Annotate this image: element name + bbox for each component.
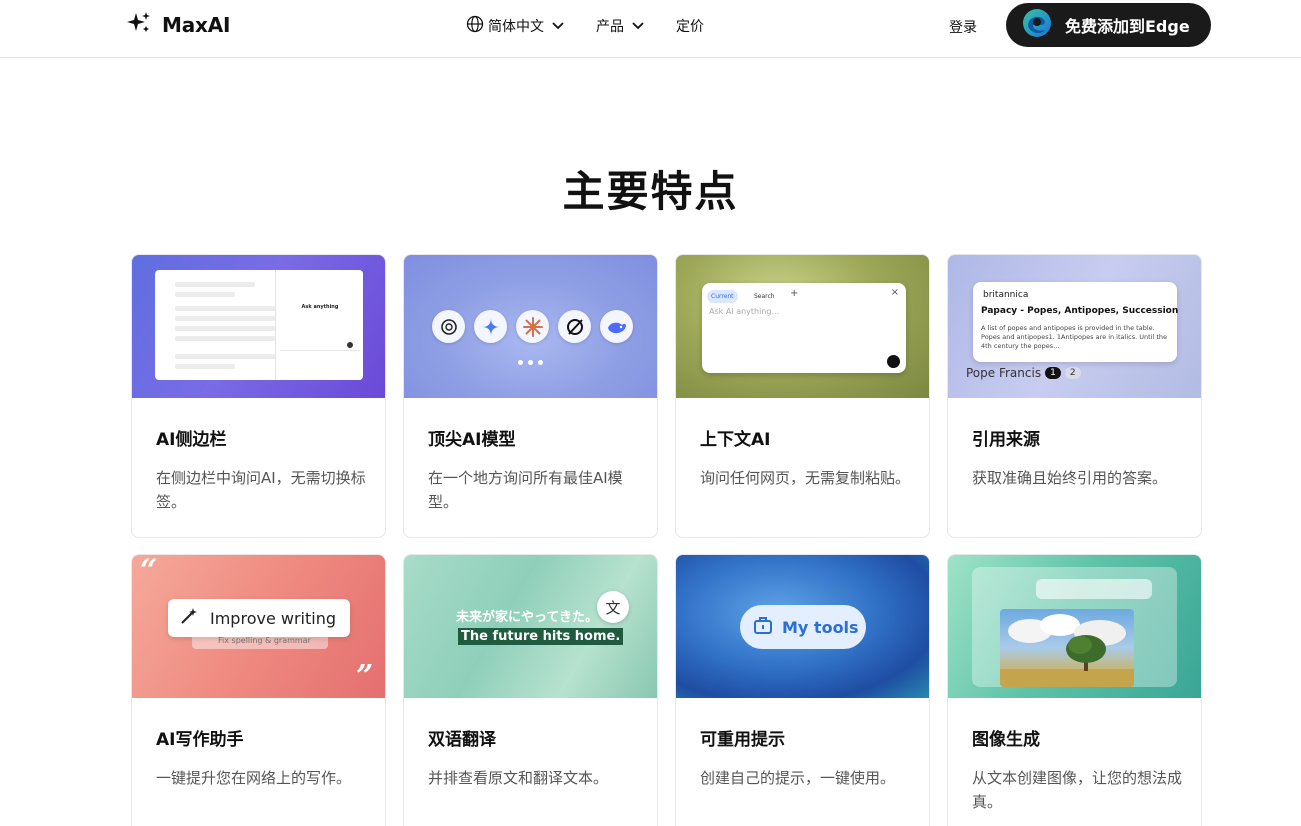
mock-body: A list of popes and antipopes is provide… bbox=[981, 324, 1167, 350]
mock-chat-box: Current Search + × Ask AI anything... bbox=[702, 283, 906, 373]
close-icon: × bbox=[890, 287, 899, 298]
feature-image-citations: britannica Papacy - Popes, Antipopes, Su… bbox=[948, 255, 1201, 398]
chatgpt-icon bbox=[432, 310, 465, 343]
mock-tools-pill: My tools bbox=[740, 605, 866, 649]
mock-improve-text: Improve writing bbox=[210, 608, 336, 628]
feature-desc: 在侧边栏中询问AI，无需切换标签。 bbox=[156, 469, 366, 511]
claude-icon bbox=[516, 310, 549, 343]
nav-language[interactable]: 简体中文 bbox=[466, 15, 564, 37]
feature-image-sidebar: Ask anything bbox=[132, 255, 385, 398]
chevron-down-icon bbox=[632, 18, 644, 34]
feature-image-context: Current Search + × Ask AI anything... bbox=[676, 255, 929, 398]
feature-desc: 创建自己的提示，一键使用。 bbox=[700, 769, 896, 787]
feature-desc: 一键提升您在网络上的写作。 bbox=[156, 769, 352, 787]
gemini-icon bbox=[474, 310, 507, 343]
feature-card-top-models[interactable]: 顶尖AI模型 在一个地方询问所有最佳AI模型。 bbox=[403, 254, 658, 538]
mock-tools-text: My tools bbox=[782, 617, 859, 637]
sparkle-logo-icon bbox=[126, 10, 152, 40]
feature-card-context-ai[interactable]: Current Search + × Ask AI anything... 上下… bbox=[675, 254, 930, 538]
feature-title: 可重用提示 bbox=[700, 730, 785, 750]
mic-icon bbox=[887, 355, 900, 368]
mock-tab-current: Current bbox=[707, 290, 738, 303]
feature-image-translation: 未来が家にやってきた。 The future hits home. 文 bbox=[404, 555, 657, 698]
nav-language-label: 简体中文 bbox=[488, 19, 544, 35]
deepseek-icon bbox=[600, 310, 633, 343]
feature-desc: 在一个地方询问所有最佳AI模型。 bbox=[428, 469, 623, 511]
feature-title: AI写作助手 bbox=[156, 730, 244, 750]
add-to-edge-button[interactable]: 免费添加到Edge bbox=[1006, 3, 1211, 47]
feature-card-prompts[interactable]: My tools 可重用提示 创建自己的提示，一键使用。 bbox=[675, 554, 930, 826]
generated-tree-image bbox=[1000, 609, 1134, 687]
more-dots-icon bbox=[518, 360, 543, 365]
nav-products-label: 产品 bbox=[596, 19, 624, 35]
add-to-edge-label: 免费添加到Edge bbox=[1065, 17, 1190, 36]
feature-title: 顶尖AI模型 bbox=[428, 430, 516, 450]
mock-tab-search: Search bbox=[754, 293, 775, 300]
feature-image-imagegen bbox=[948, 555, 1201, 698]
section-title: 主要特点 bbox=[562, 167, 739, 216]
feature-title: 引用来源 bbox=[972, 430, 1040, 450]
chevron-down-icon bbox=[552, 18, 564, 34]
feature-image-models bbox=[404, 255, 657, 398]
toolbox-icon bbox=[752, 614, 774, 640]
mock-source: britannica bbox=[983, 290, 1029, 300]
feature-desc: 获取准确且始终引用的答案。 bbox=[972, 469, 1168, 487]
quote-close-icon: ” bbox=[356, 659, 374, 694]
mock-english-text: The future hits home. bbox=[458, 628, 624, 645]
mock-headline: Papacy - Popes, Antipopes, Succession bbox=[981, 306, 1179, 316]
feature-card-citations[interactable]: britannica Papacy - Popes, Antipopes, Su… bbox=[947, 254, 1202, 538]
feature-desc: 从文本创建图像，让您的想法成真。 bbox=[972, 769, 1183, 811]
citation-badge: 1 bbox=[1045, 367, 1061, 379]
mock-citation-box: britannica Papacy - Popes, Antipopes, Su… bbox=[973, 282, 1179, 362]
nav-products[interactable]: 产品 bbox=[596, 16, 644, 36]
feature-card-ai-sidebar[interactable]: Ask anything AI侧边栏 在侧边栏中询问AI，无需切换标签。 bbox=[131, 254, 386, 538]
plus-icon: + bbox=[790, 288, 799, 299]
logo[interactable]: MaxAI bbox=[126, 10, 230, 40]
globe-icon bbox=[466, 15, 484, 37]
citation-badge: 2 bbox=[1064, 367, 1081, 379]
mock-placeholder: Ask AI anything... bbox=[709, 307, 780, 316]
edge-logo-icon bbox=[1022, 8, 1052, 42]
quote-open-icon: “ bbox=[140, 555, 158, 588]
feature-card-image-gen[interactable]: 图像生成 从文本创建图像，让您的想法成真。 bbox=[947, 554, 1202, 826]
feature-desc: 询问任何网页，无需复制粘贴。 bbox=[700, 469, 911, 487]
feature-card-translation[interactable]: 未来が家にやってきた。 The future hits home. 文 双语翻译… bbox=[403, 554, 658, 826]
main-nav: 简体中文 产品 定价 bbox=[466, 15, 704, 37]
magic-wand-icon bbox=[180, 607, 198, 629]
feature-card-writing[interactable]: “ ” Fix spelling & grammar Improve writi… bbox=[131, 554, 386, 826]
mock-pope-text: Pope Francis bbox=[966, 366, 1042, 380]
grok-icon bbox=[558, 310, 591, 343]
feature-title: AI侧边栏 bbox=[156, 430, 227, 450]
mock-improve-option: Improve writing bbox=[168, 599, 350, 637]
mock-pope-line: Pope Francis 1 2 bbox=[966, 366, 1081, 380]
logo-text: MaxAI bbox=[162, 13, 231, 37]
mock-sidebar: Ask anything bbox=[275, 270, 363, 380]
feature-desc: 并排查看原文和翻译文本。 bbox=[428, 769, 609, 787]
site-header: MaxAI 简体中文 产品 定价 登录 免费添加到Edge bbox=[0, 0, 1301, 58]
mock-prompt-bar bbox=[1036, 579, 1152, 599]
feature-title: 上下文AI bbox=[700, 430, 771, 450]
feature-title: 双语翻译 bbox=[428, 730, 496, 750]
nav-pricing-label: 定价 bbox=[676, 19, 704, 35]
feature-title: 图像生成 bbox=[972, 730, 1040, 750]
feature-image-writing: “ ” Fix spelling & grammar Improve writi… bbox=[132, 555, 385, 698]
nav-pricing[interactable]: 定价 bbox=[676, 16, 704, 36]
mock-ask-text: Ask anything bbox=[301, 304, 339, 310]
translate-icon: 文 bbox=[597, 591, 629, 623]
mock-japanese-text: 未来が家にやってきた。 bbox=[456, 610, 598, 625]
feature-image-prompts: My tools bbox=[676, 555, 929, 698]
login-link[interactable]: 登录 bbox=[949, 17, 977, 37]
